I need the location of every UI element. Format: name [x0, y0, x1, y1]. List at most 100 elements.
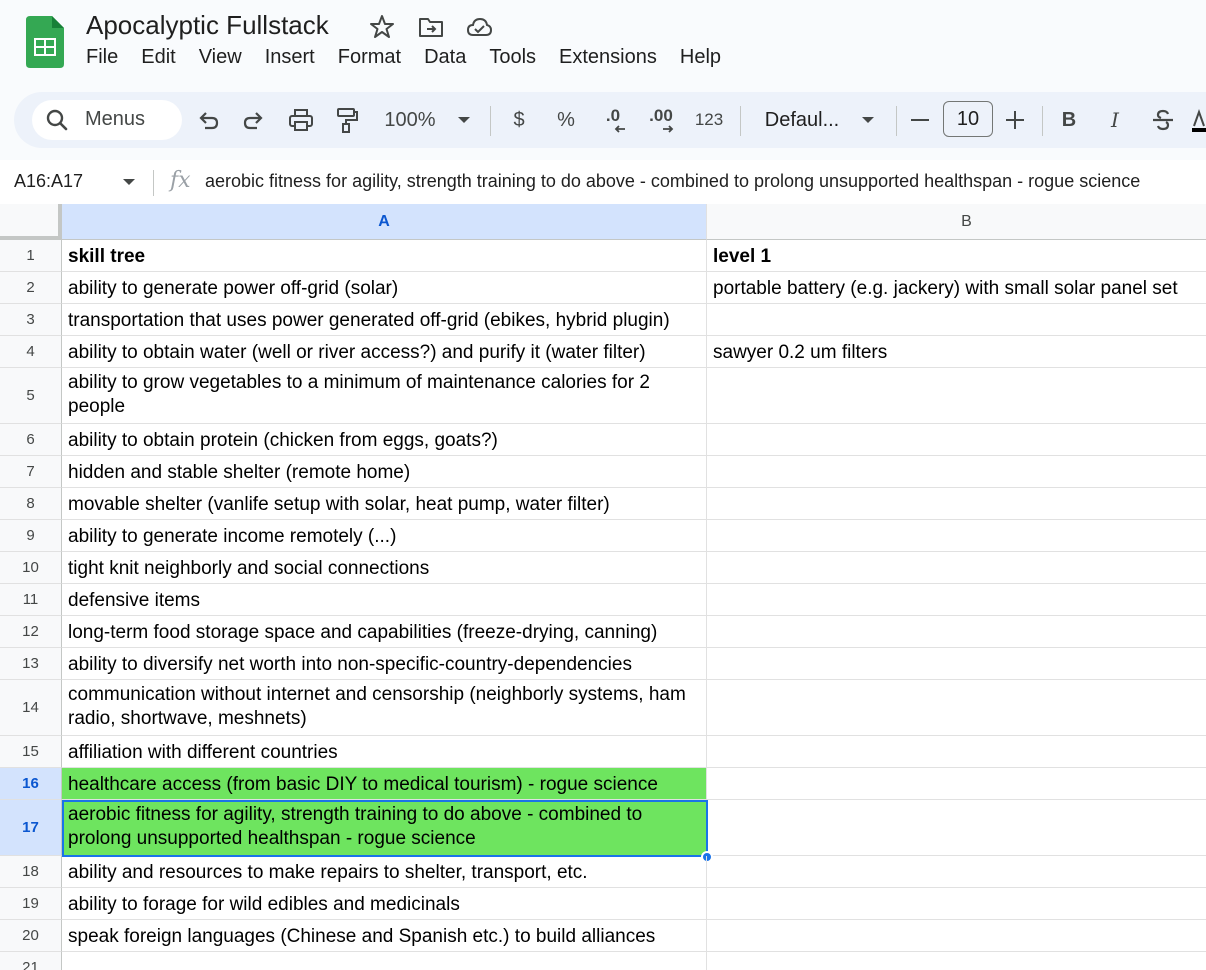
cell-b[interactable] — [707, 856, 1206, 888]
cell-b[interactable] — [707, 800, 1206, 856]
row-header[interactable]: 11 — [0, 584, 62, 616]
cell-b[interactable] — [707, 736, 1206, 768]
cell-b[interactable] — [707, 488, 1206, 520]
row-header[interactable]: 1 — [0, 240, 62, 272]
cell-b[interactable] — [707, 584, 1206, 616]
paint-format-button[interactable] — [332, 106, 362, 134]
select-all-corner[interactable] — [0, 204, 62, 240]
cell-b[interactable] — [707, 456, 1206, 488]
zoom-dropdown-button[interactable] — [454, 106, 474, 134]
more-formats-button[interactable]: 123 — [692, 106, 726, 134]
row-header[interactable]: 21 — [0, 952, 62, 970]
cell-b[interactable] — [707, 520, 1206, 552]
font-family-select[interactable]: Defaul... — [760, 106, 844, 134]
cell-b[interactable] — [707, 920, 1206, 952]
cell-a[interactable]: hidden and stable shelter (remote home) — [62, 456, 707, 488]
undo-button[interactable] — [194, 106, 222, 134]
cell-a[interactable]: ability to generate income remotely (...… — [62, 520, 707, 552]
font-family-dropdown-button[interactable] — [858, 106, 878, 134]
row-header[interactable]: 5 — [0, 368, 62, 424]
cell-a[interactable]: affiliation with different countries — [62, 736, 707, 768]
row-header[interactable]: 16 — [0, 768, 62, 800]
increase-decimal-button[interactable]: .00 — [644, 106, 678, 134]
row-header[interactable]: 19 — [0, 888, 62, 920]
spreadsheet-grid[interactable]: A B 1 skill tree level 1 2 ability to genera… — [0, 204, 1206, 970]
increase-font-size-button[interactable] — [1003, 106, 1027, 134]
font-size-input[interactable]: 10 — [943, 101, 993, 137]
cell-a[interactable]: defensive items — [62, 584, 707, 616]
print-button[interactable] — [286, 106, 316, 134]
cell-b[interactable] — [707, 680, 1206, 736]
menu-insert[interactable]: Insert — [265, 46, 315, 74]
row-header[interactable]: 14 — [0, 680, 62, 736]
row-header[interactable]: 3 — [0, 304, 62, 336]
cell-a[interactable]: communication without internet and censo… — [62, 680, 707, 736]
bold-button[interactable]: B — [1058, 106, 1080, 134]
document-title[interactable]: Apocalyptic Fullstack — [86, 10, 329, 41]
menu-extensions[interactable]: Extensions — [559, 46, 657, 74]
menu-tools[interactable]: Tools — [489, 46, 536, 74]
cell-a[interactable]: ability to grow vegetables to a minimum … — [62, 368, 707, 424]
zoom-select[interactable]: 100% — [380, 106, 440, 134]
currency-format-button[interactable]: $ — [508, 106, 530, 134]
cell-a[interactable]: ability and resources to make repairs to… — [62, 856, 707, 888]
italic-button[interactable]: I — [1104, 106, 1126, 134]
cell-a[interactable]: ability to obtain protein (chicken from … — [62, 424, 707, 456]
row-header[interactable]: 20 — [0, 920, 62, 952]
row-header[interactable]: 12 — [0, 616, 62, 648]
cell-a[interactable]: skill tree — [62, 240, 707, 272]
name-box[interactable]: A16:A17 — [14, 171, 83, 192]
row-header[interactable]: 13 — [0, 648, 62, 680]
text-color-button[interactable] — [1192, 106, 1206, 134]
strikethrough-button[interactable] — [1150, 106, 1176, 134]
star-icon[interactable] — [369, 14, 395, 40]
cell-b[interactable] — [707, 648, 1206, 680]
menu-format[interactable]: Format — [338, 46, 401, 74]
cell-b[interactable] — [707, 888, 1206, 920]
cell-a[interactable]: ability to obtain water (well or river a… — [62, 336, 707, 368]
cell-a[interactable]: long-term food storage space and capabil… — [62, 616, 707, 648]
column-header-a[interactable]: A — [62, 204, 707, 240]
menu-data[interactable]: Data — [424, 46, 466, 74]
cell-b[interactable] — [707, 768, 1206, 800]
column-header-b[interactable]: B — [707, 204, 1206, 240]
cell-b[interactable]: portable battery (e.g. jackery) with sma… — [707, 272, 1206, 304]
menu-help[interactable]: Help — [680, 46, 721, 74]
cell-a[interactable]: movable shelter (vanlife setup with sola… — [62, 488, 707, 520]
sheets-logo-icon[interactable] — [26, 16, 64, 68]
cell-a[interactable]: ability to generate power off-grid (sola… — [62, 272, 707, 304]
cell-a[interactable]: transportation that uses power generated… — [62, 304, 707, 336]
cell-b[interactable] — [707, 304, 1206, 336]
row-header[interactable]: 17 — [0, 800, 62, 856]
cell-b[interactable] — [707, 552, 1206, 584]
cell-b[interactable]: level 1 — [707, 240, 1206, 272]
redo-button[interactable] — [240, 106, 268, 134]
formula-input[interactable]: aerobic fitness for agility, strength tr… — [205, 171, 1140, 192]
row-header[interactable]: 4 — [0, 336, 62, 368]
row-header[interactable]: 15 — [0, 736, 62, 768]
menu-view[interactable]: View — [199, 46, 242, 74]
cell-a[interactable]: ability to forage for wild edibles and m… — [62, 888, 707, 920]
caret-down-icon[interactable] — [122, 178, 136, 186]
cell-b[interactable] — [707, 952, 1206, 970]
cell-b[interactable]: sawyer 0.2 um filters — [707, 336, 1206, 368]
cell-a[interactable]: healthcare access (from basic DIY to med… — [62, 768, 707, 800]
search-menus-button[interactable]: Menus — [32, 100, 182, 140]
cloud-saved-icon[interactable] — [466, 14, 492, 40]
percent-format-button[interactable]: % — [554, 106, 578, 134]
decrease-decimal-button[interactable]: .0 — [598, 106, 628, 134]
row-header[interactable]: 10 — [0, 552, 62, 584]
cell-a[interactable]: tight knit neighborly and social connect… — [62, 552, 707, 584]
cell-a[interactable] — [62, 952, 707, 970]
decrease-font-size-button[interactable] — [908, 106, 932, 134]
row-header[interactable]: 9 — [0, 520, 62, 552]
row-header[interactable]: 6 — [0, 424, 62, 456]
menu-edit[interactable]: Edit — [141, 46, 175, 74]
row-header[interactable]: 8 — [0, 488, 62, 520]
menu-file[interactable]: File — [86, 46, 118, 74]
cell-a[interactable]: ability to diversify net worth into non-… — [62, 648, 707, 680]
row-header[interactable]: 7 — [0, 456, 62, 488]
cell-b[interactable] — [707, 424, 1206, 456]
move-to-folder-icon[interactable] — [418, 14, 444, 40]
row-header[interactable]: 2 — [0, 272, 62, 304]
